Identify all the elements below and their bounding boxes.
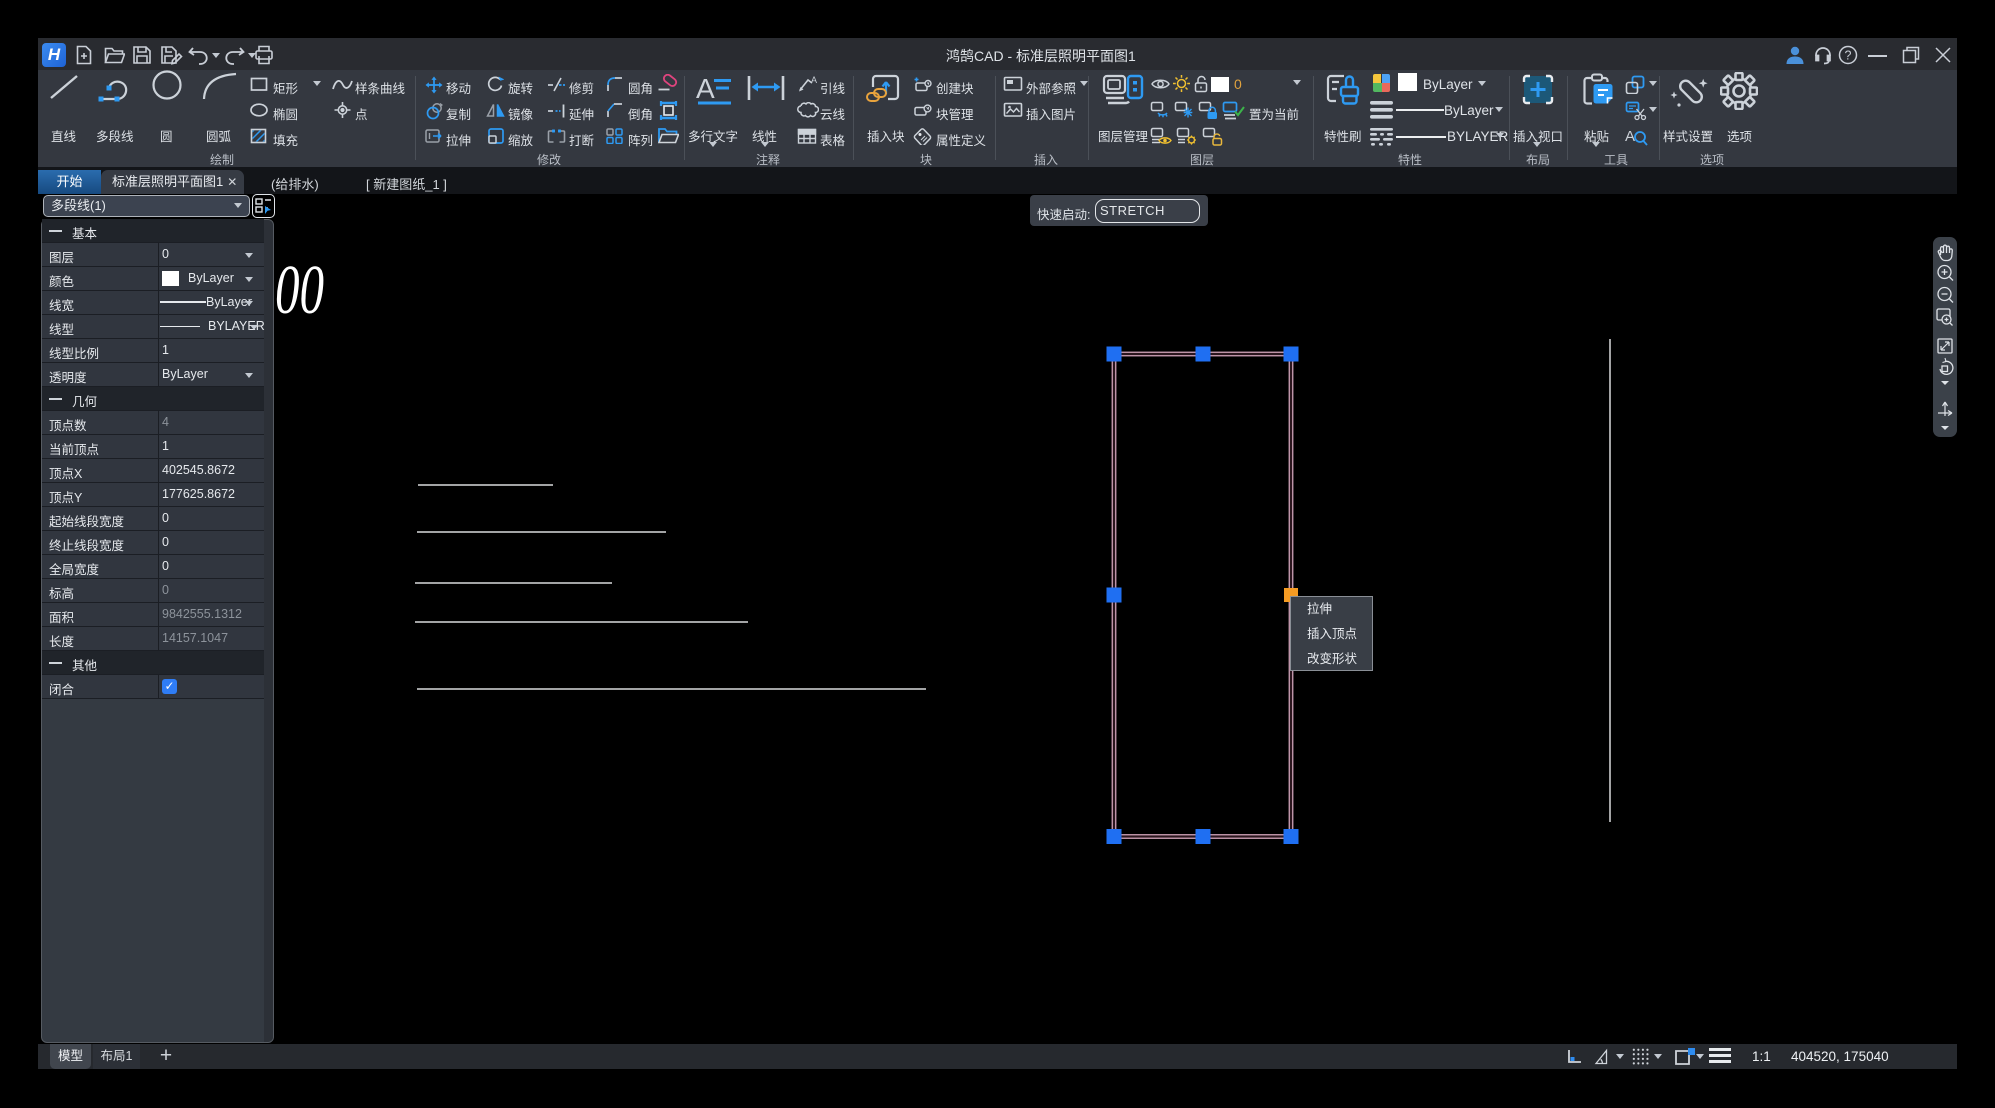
svg-text:?: ? bbox=[1845, 49, 1852, 63]
svg-text:A: A bbox=[811, 75, 817, 85]
svg-text:A: A bbox=[1625, 128, 1635, 145]
svg-text:A: A bbox=[696, 73, 715, 104]
